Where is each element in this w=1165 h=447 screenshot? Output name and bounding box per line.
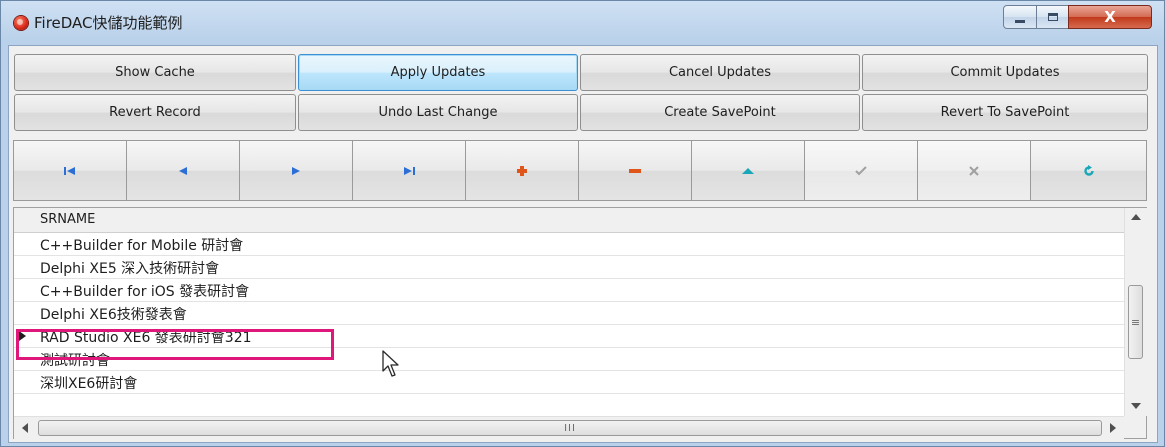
- app-icon[interactable]: [14, 16, 28, 30]
- close-button[interactable]: X: [1068, 5, 1152, 29]
- scroll-right-icon[interactable]: [1110, 423, 1116, 433]
- first-record-icon: [64, 166, 75, 175]
- close-icon: X: [1104, 8, 1116, 26]
- scroll-left-icon[interactable]: [22, 423, 28, 433]
- refresh-records-icon: [1083, 164, 1094, 176]
- show-cache-button[interactable]: Show Cache: [14, 54, 296, 91]
- nav-insert-button[interactable]: [465, 140, 579, 201]
- insert-record-icon: [517, 165, 527, 176]
- maximize-button[interactable]: [1036, 5, 1069, 29]
- create-savepoint-button[interactable]: Create SavePoint: [580, 94, 860, 131]
- window-title: FireDAC快儲功能範例: [34, 14, 183, 32]
- cell-srname: Delphi XE5 深入技術研討會: [40, 261, 220, 277]
- nav-last-button[interactable]: [352, 140, 466, 201]
- cell-srname: C++Builder for Mobile 研討會: [40, 238, 244, 254]
- scroll-corner: [1124, 416, 1146, 438]
- data-grid[interactable]: SRNAME C++Builder for Mobile 研討會 Delphi …: [13, 207, 1147, 439]
- next-record-icon: [292, 166, 300, 175]
- nav-post-button[interactable]: [804, 140, 918, 201]
- post-record-icon: [855, 165, 867, 175]
- table-row[interactable]: Delphi XE6技術發表會: [14, 302, 1124, 325]
- nav-next-button[interactable]: [239, 140, 353, 201]
- table-row[interactable]: C++Builder for iOS 發表研討會: [14, 279, 1124, 302]
- revert-record-button[interactable]: Revert Record: [14, 94, 296, 131]
- vertical-scroll-thumb[interactable]: ≡: [1128, 285, 1143, 359]
- cell-srname: C++Builder for iOS 發表研討會: [40, 284, 250, 300]
- last-record-icon: [404, 166, 415, 175]
- table-row[interactable]: Delphi XE5 深入技術研討會: [14, 256, 1124, 279]
- cancel-record-icon: [969, 165, 979, 176]
- commit-updates-button[interactable]: Commit Updates: [862, 54, 1148, 91]
- cell-srname: Delphi XE6技術發表會: [40, 307, 187, 323]
- title-bar[interactable]: FireDAC快儲功能範例 X: [1, 1, 1164, 45]
- grip-icon: III: [564, 422, 576, 434]
- nav-refresh-button[interactable]: [1030, 140, 1147, 201]
- grip-icon: ≡: [1130, 315, 1141, 329]
- mouse-pointer-icon: [382, 350, 399, 377]
- prior-record-icon: [179, 166, 187, 175]
- table-row[interactable]: 深圳XE6研討會: [14, 371, 1124, 394]
- nav-delete-button[interactable]: [578, 140, 692, 201]
- minimize-button[interactable]: [1003, 5, 1037, 29]
- nav-cancel-button[interactable]: [917, 140, 1031, 201]
- vertical-scrollbar[interactable]: ≡: [1124, 208, 1147, 416]
- undo-last-change-button[interactable]: Undo Last Change: [298, 94, 578, 131]
- apply-updates-button[interactable]: Apply Updates: [298, 54, 578, 91]
- grid-header: SRNAME: [14, 208, 1124, 233]
- maximize-icon: [1047, 13, 1058, 21]
- nav-edit-button[interactable]: [691, 140, 805, 201]
- highlight-box: [16, 329, 334, 360]
- scroll-down-icon[interactable]: [1131, 403, 1141, 409]
- horizontal-scroll-thumb[interactable]: III: [38, 420, 1102, 436]
- cell-srname: 深圳XE6研討會: [40, 376, 138, 392]
- db-navigator: [13, 140, 1147, 201]
- horizontal-scrollbar[interactable]: III: [14, 416, 1124, 439]
- nav-first-button[interactable]: [13, 140, 127, 201]
- cancel-updates-button[interactable]: Cancel Updates: [580, 54, 860, 91]
- column-header-srname[interactable]: SRNAME: [40, 212, 95, 227]
- table-row[interactable]: C++Builder for Mobile 研討會: [14, 233, 1124, 256]
- delete-record-icon: [629, 168, 641, 173]
- edit-record-icon: [742, 167, 754, 174]
- scroll-up-icon[interactable]: [1131, 214, 1141, 220]
- nav-prior-button[interactable]: [126, 140, 240, 201]
- minimize-icon: [1015, 19, 1025, 23]
- caption-buttons: X: [1003, 5, 1152, 31]
- revert-to-savepoint-button[interactable]: Revert To SavePoint: [862, 94, 1148, 131]
